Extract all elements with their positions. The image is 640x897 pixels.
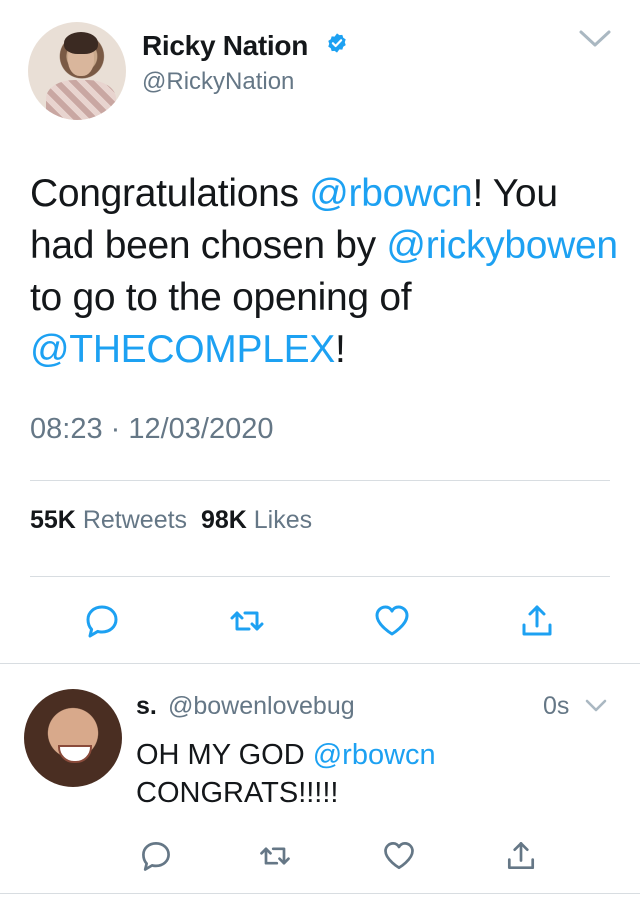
tweet-text: Congratulations @rbowcn! You had been ch… <box>30 168 620 376</box>
likes-count: 98K <box>200 506 247 534</box>
reply-icon[interactable] <box>82 601 122 641</box>
tweet-text-segment: to go to the opening of <box>30 276 412 319</box>
retweets-stat[interactable]: 55K Retweets <box>30 506 187 534</box>
tweet-timestamp: 08:23 · 12/03/2020 <box>30 413 274 445</box>
mention-link[interactable]: @THECOMPLEX <box>30 328 335 371</box>
reply-avatar[interactable] <box>24 689 122 787</box>
author-handle[interactable]: @RickyNation <box>142 68 294 96</box>
chevron-down-icon[interactable] <box>578 28 612 50</box>
divider <box>0 663 640 664</box>
tweet-date: 12/03/2020 <box>128 413 274 445</box>
retweet-icon[interactable] <box>257 838 293 874</box>
chevron-down-icon[interactable] <box>584 698 608 714</box>
divider <box>0 893 640 894</box>
avatar-smile <box>58 745 92 763</box>
reply-icon[interactable] <box>138 838 174 874</box>
avatar-hair <box>64 32 98 54</box>
like-icon[interactable] <box>372 601 412 641</box>
avatar[interactable] <box>28 22 126 120</box>
mention-link[interactable]: @rbowcn <box>313 739 436 771</box>
reply-text: OH MY GOD @rbowcn CONGRATS!!!!! <box>136 736 616 812</box>
retweets-label: Retweets <box>82 506 188 534</box>
author-name[interactable]: Ricky Nation <box>142 30 308 62</box>
likes-label: Likes <box>253 506 313 534</box>
share-icon[interactable] <box>503 838 539 874</box>
reply-author-name[interactable]: s. <box>136 692 157 721</box>
tweet-text-segment: Congratulations <box>30 172 310 215</box>
tweet-time: 08:23 <box>30 413 103 445</box>
mention-link[interactable]: @rbowcn <box>309 172 473 215</box>
reply-time: 0s <box>543 692 570 720</box>
retweets-count: 55K <box>30 506 76 534</box>
mention-link[interactable]: @rickybowen <box>386 224 618 267</box>
avatar-shirt <box>46 80 116 120</box>
share-icon[interactable] <box>517 601 557 641</box>
tweet-stats: 55K Retweets 98K Likes <box>30 506 312 535</box>
likes-stat[interactable]: 98K Likes <box>201 506 312 534</box>
retweet-icon[interactable] <box>227 601 267 641</box>
tweet-text-segment: ! <box>335 328 346 371</box>
divider <box>30 576 610 577</box>
verified-badge-icon <box>328 33 346 53</box>
reply-text-segment: CONGRATS!!!!! <box>136 777 339 809</box>
divider <box>30 480 610 481</box>
like-icon[interactable] <box>381 838 417 874</box>
reply-text-segment: OH MY GOD <box>136 739 313 771</box>
reply-author-handle[interactable]: @bowenlovebug <box>168 692 355 721</box>
